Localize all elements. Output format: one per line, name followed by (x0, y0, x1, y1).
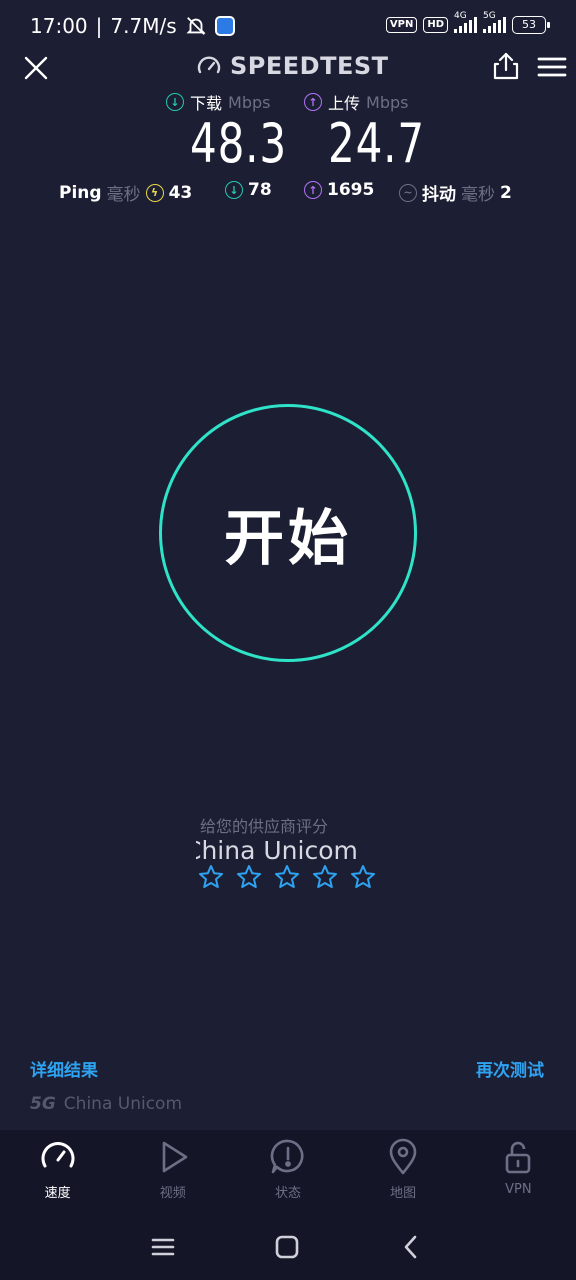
share-icon[interactable] (490, 50, 522, 82)
download-arrow-icon: ↓ (166, 93, 184, 111)
tab-vpn[interactable]: VPN (461, 1130, 576, 1212)
upload-arrow-icon: ↑ (304, 93, 322, 111)
ping-upload: ↑ 1695 (304, 180, 374, 200)
ping-lightning-icon: ϟ (145, 183, 164, 202)
play-icon (162, 1141, 188, 1173)
jitter-value: 2 (500, 182, 512, 203)
details-link[interactable]: 详细结果 (30, 1056, 98, 1081)
star-icon[interactable] (312, 864, 338, 890)
menu-icon[interactable] (536, 52, 568, 84)
tab-status[interactable]: 状态 (230, 1130, 345, 1212)
map-pin-icon (389, 1138, 417, 1175)
rating-prompt: 给您的供应商评分 (200, 817, 329, 836)
system-nav-bar (0, 1212, 576, 1280)
signal-5g-icon: 5G (483, 11, 506, 33)
download-unit: Mbps (228, 92, 271, 112)
tab-speed[interactable]: 速度 (0, 1130, 115, 1212)
provider-name-container: China Unicom (196, 836, 386, 865)
back-icon[interactable] (396, 1232, 426, 1262)
hd-badge: HD (423, 17, 448, 33)
tab-video[interactable]: 视频 (115, 1130, 230, 1212)
network-provider: China Unicom (63, 1094, 183, 1114)
ping-upload-icon: ↑ (304, 181, 322, 199)
upload-unit: Mbps (366, 92, 409, 112)
brand-logo: SPEEDTEST (196, 52, 389, 80)
vpn-badge: VPN (385, 17, 418, 33)
start-button[interactable]: 开始 (159, 404, 417, 662)
speedometer-icon (197, 56, 221, 74)
battery-icon: 53 (512, 16, 550, 34)
ping-idle-value: 43 (168, 182, 193, 203)
rating-stars (198, 864, 376, 890)
brand-name: SPEEDTEST (230, 52, 389, 80)
download-label: 下载 (190, 94, 223, 113)
status-bar: 17:00 | 7.7M/s VPN HD 4G 5G 53 (0, 0, 576, 50)
upload-value: 24.7 (328, 112, 425, 175)
status-time: 17:00 (30, 14, 88, 38)
download-value: 48.3 (190, 112, 287, 175)
signal-4g-icon: 4G (454, 11, 477, 33)
home-icon[interactable] (272, 1232, 302, 1262)
bottom-tab-bar: 速度 视频 状态 地图 VPN (0, 1130, 576, 1212)
unlock-icon (506, 1141, 531, 1174)
network-type: 5G (30, 1094, 56, 1114)
jitter-wave-icon: ~ (399, 183, 417, 202)
app-notification-icon (214, 16, 235, 36)
ping-idle: Ping 毫秒 ϟ 43 (59, 180, 193, 206)
upload-header: ↑ 上传 Mbps (304, 90, 408, 114)
recent-apps-icon[interactable] (148, 1232, 178, 1262)
star-icon[interactable] (198, 864, 224, 890)
star-icon[interactable] (236, 864, 262, 890)
alert-bubble-icon (270, 1139, 304, 1174)
star-icon[interactable] (274, 864, 300, 890)
jitter-unit: 毫秒 (461, 185, 495, 205)
retest-link[interactable]: 再次测试 (476, 1056, 544, 1081)
status-net-speed: 7.7M/s (110, 14, 177, 38)
close-icon[interactable] (20, 52, 52, 84)
tab-map[interactable]: 地图 (346, 1130, 461, 1212)
start-label: 开始 (224, 503, 352, 574)
jitter-label: 抖动 (422, 185, 456, 205)
network-info: 5G China Unicom (30, 1094, 182, 1114)
ping-unit: 毫秒 (106, 185, 141, 205)
provider-name: China Unicom (196, 836, 358, 865)
upload-label: 上传 (328, 94, 361, 113)
jitter: ~ 抖动 毫秒 2 (399, 180, 512, 205)
download-header: ↓ 下载 Mbps (166, 90, 270, 114)
ping-download-value: 78 (248, 180, 272, 200)
latency-row: Ping 毫秒 ϟ 43 ↓ 78 ↑ 1695 ~ 抖动 毫秒 2 (0, 180, 576, 206)
ping-download: ↓ 78 (225, 180, 272, 200)
star-icon[interactable] (350, 864, 376, 890)
mute-bell-icon (186, 17, 206, 35)
speedometer-icon (41, 1142, 75, 1168)
ping-download-icon: ↓ (225, 181, 243, 199)
ping-upload-value: 1695 (327, 180, 375, 200)
ping-label: Ping (59, 182, 102, 203)
